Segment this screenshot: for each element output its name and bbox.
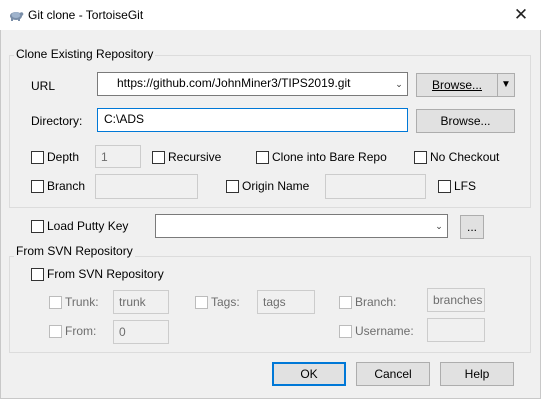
depth-value: 1 [101,150,108,164]
svn-branch-value: branches [433,293,483,307]
window-title: Git clone - TortoiseGit [28,8,144,22]
putty-key-combobox[interactable]: ⌄ [155,214,448,238]
putty-browse-button[interactable]: ... [460,215,484,239]
putty-dropdown-arrow-icon[interactable]: ⌄ [431,215,447,237]
directory-browse-button[interactable]: Browse... [416,109,515,133]
tags-input[interactable]: tags [257,290,315,314]
putty-key-label: Load Putty Key [47,219,129,233]
url-combobox[interactable]: https://github.com/JohnMiner3/TIPS2019.g… [97,72,408,96]
clone-group-label: Clone Existing Repository [14,47,156,61]
branch-label: Branch [47,179,86,193]
from-label: From: [65,324,97,338]
origin-name-label: Origin Name [242,179,310,193]
ok-label: OK [300,367,318,381]
recursive-label: Recursive [168,150,222,164]
depth-checkbox[interactable] [31,151,44,164]
trunk-input[interactable]: trunk [113,290,169,314]
help-button[interactable]: Help [440,362,514,386]
branch-checkbox[interactable] [31,180,44,193]
origin-name-checkbox[interactable] [226,180,239,193]
svn-branch-label: Branch: [355,295,397,309]
recursive-checkbox[interactable] [152,151,165,164]
from-input[interactable]: 0 [113,320,169,344]
ok-button[interactable]: OK [272,362,346,386]
no-checkout-checkbox[interactable] [414,151,427,164]
svn-branch-checkbox[interactable] [339,296,352,309]
trunk-value: trunk [119,295,146,309]
url-value: https://github.com/JohnMiner3/TIPS2019.g… [117,76,351,90]
caret-down-icon: ▼ [501,79,511,90]
username-input[interactable] [427,318,485,342]
from-value: 0 [119,325,126,339]
lfs-checkbox[interactable] [438,180,451,193]
url-browse-button[interactable]: Browse... [416,73,498,97]
url-label: URL [31,79,56,93]
url-browse-dropdown-button[interactable]: ▼ [497,73,515,97]
from-svn-label: From SVN Repository [47,267,164,281]
cancel-button[interactable]: Cancel [356,362,430,386]
svn-branch-input[interactable]: branches [427,288,485,312]
svn-group-label: From SVN Repository [14,244,135,258]
branch-input[interactable] [95,174,198,199]
putty-key-value [156,215,447,221]
from-svn-checkbox[interactable] [31,268,44,281]
bare-repo-checkbox[interactable] [256,151,269,164]
close-icon[interactable]: ✕ [508,3,534,27]
tags-value: tags [263,295,286,309]
depth-label: Depth [47,150,80,164]
url-browse-label: Browse... [431,78,482,92]
putty-browse-label: ... [466,220,477,234]
tortoisegit-icon [10,12,24,21]
bare-repo-label: Clone into Bare Repo [272,150,387,164]
directory-input[interactable]: C:\ADS [97,108,408,132]
username-label: Username: [355,324,414,338]
origin-name-input[interactable] [325,174,426,199]
from-checkbox[interactable] [49,325,62,338]
origin-name-value [326,175,425,183]
directory-value: C:\ADS [104,112,145,126]
no-checkout-label: No Checkout [430,150,500,164]
cancel-label: Cancel [374,367,412,381]
username-checkbox[interactable] [339,325,352,338]
trunk-label: Trunk: [65,295,99,309]
username-value [428,319,484,327]
depth-input[interactable]: 1 [95,145,141,168]
branch-value [96,175,197,183]
tags-checkbox[interactable] [195,296,208,309]
trunk-checkbox[interactable] [49,296,62,309]
directory-browse-label: Browse... [440,114,491,128]
help-label: Help [464,367,490,381]
putty-key-checkbox[interactable] [31,220,44,233]
tags-label: Tags: [211,295,240,309]
lfs-label: LFS [454,179,477,193]
url-dropdown-arrow-icon[interactable]: ⌄ [391,73,407,95]
directory-label: Directory: [31,114,83,128]
